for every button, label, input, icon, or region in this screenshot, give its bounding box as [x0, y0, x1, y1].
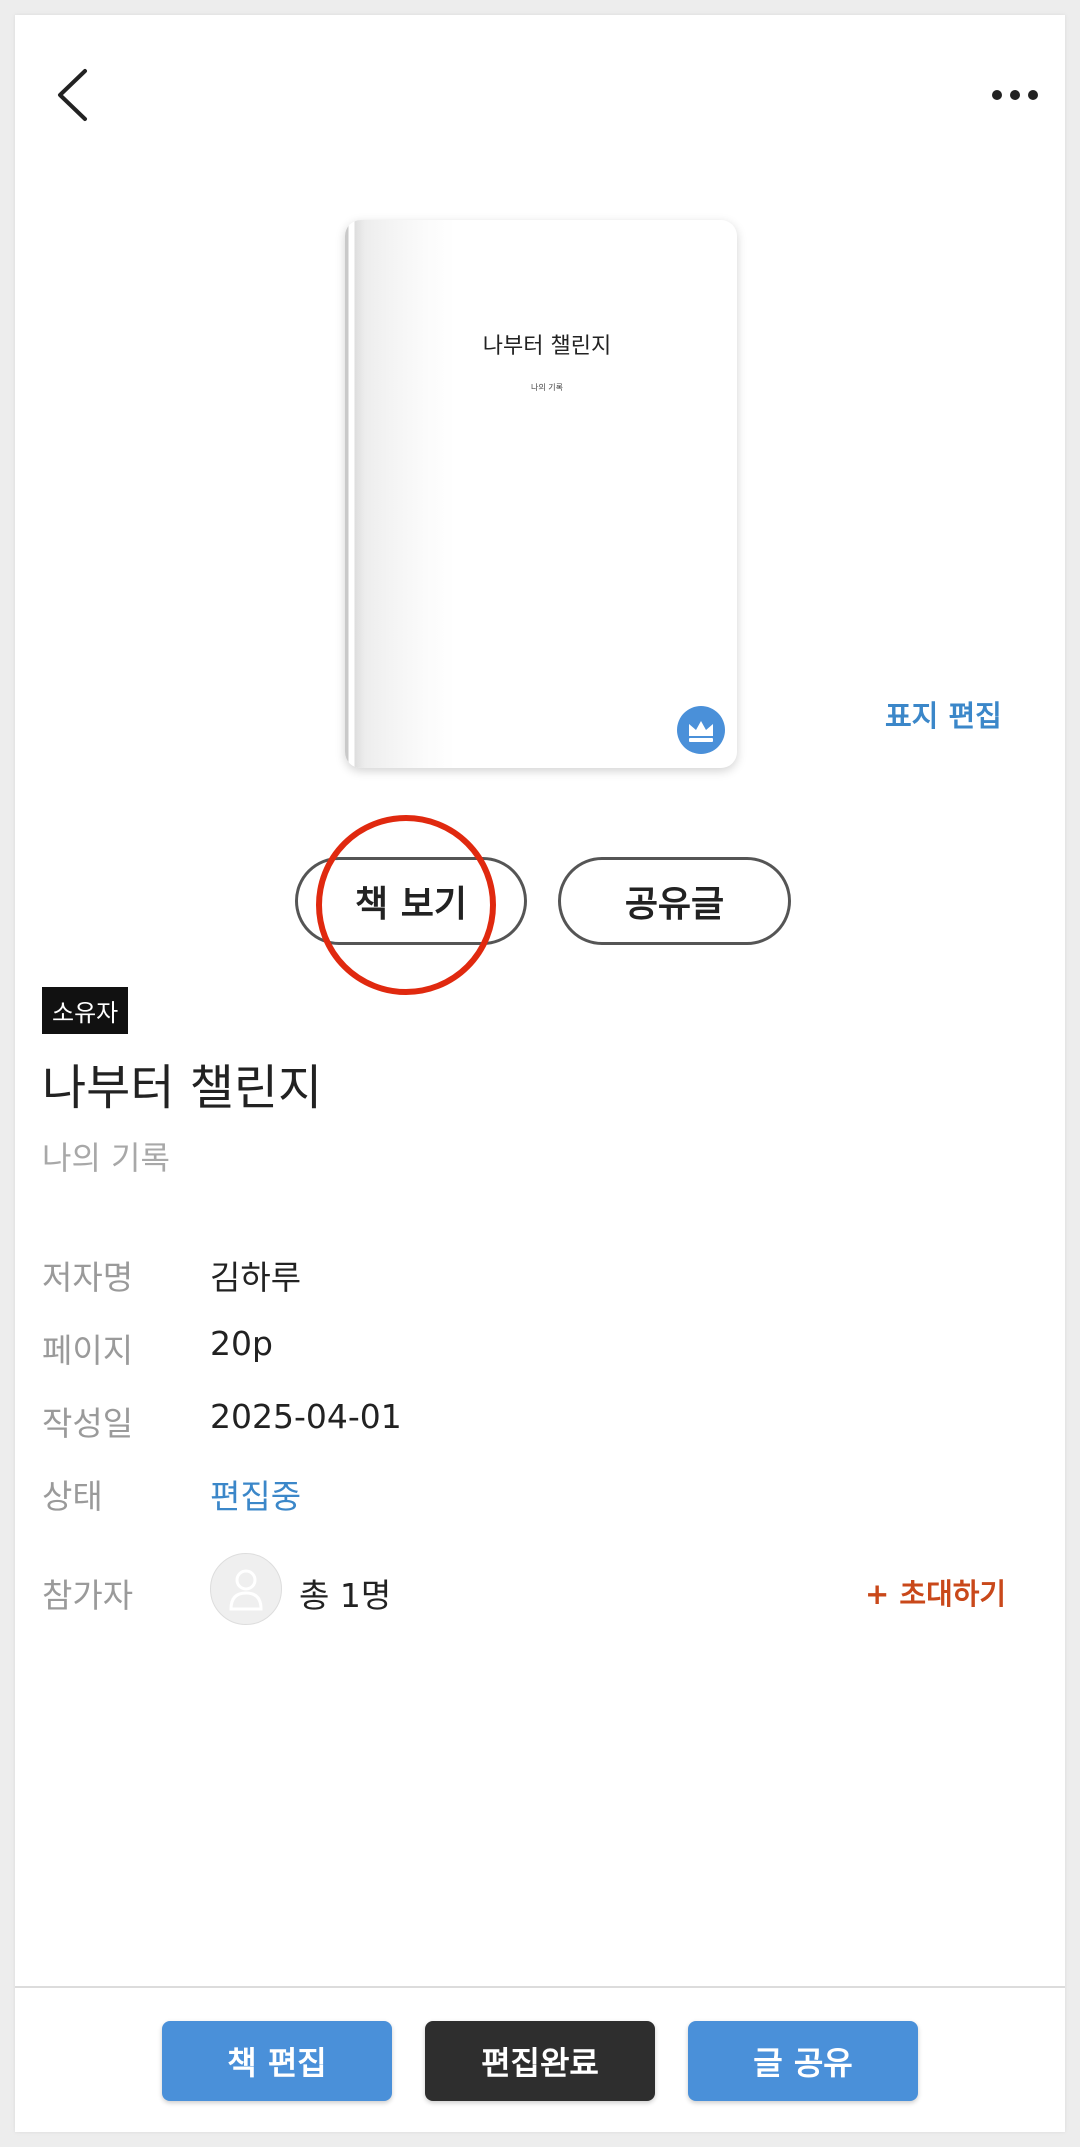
finish-edit-button[interactable]: 편집완료	[425, 2021, 655, 2101]
crown-icon	[689, 721, 713, 742]
participants-label: 참가자	[42, 1576, 134, 1615]
cover-subtitle: 나의 기록	[531, 383, 563, 392]
participant-count: 총 1명	[299, 1576, 392, 1615]
more-horizontal-icon	[992, 90, 1038, 100]
owner-badge: 소유자	[42, 987, 129, 1034]
pages-value: 20p	[210, 1324, 273, 1363]
created-date-label: 작성일	[42, 1404, 134, 1443]
created-date-value: 2025-04-01	[210, 1397, 402, 1436]
edit-book-button[interactable]: 책 편집	[162, 2021, 392, 2101]
book-cover[interactable]: 나부터 챌린지 나의 기록	[345, 220, 737, 768]
status-label: 상태	[42, 1477, 103, 1516]
edit-cover-link[interactable]: 표지 편집	[885, 693, 1002, 735]
book-detail-screen: 나부터 챌린지 나의 기록 표지 편집 책 보기 공유글 소유자 나부터 챌린지…	[15, 15, 1065, 2132]
participant-avatar[interactable]	[210, 1553, 282, 1625]
back-button[interactable]	[45, 55, 105, 135]
book-title: 나부터 챌린지	[42, 1060, 323, 1116]
author-value: 김하루	[210, 1258, 302, 1297]
user-icon	[229, 1569, 263, 1611]
chevron-left-icon	[58, 69, 87, 121]
invite-button[interactable]: + 초대하기	[865, 1571, 1006, 1613]
bottom-divider	[15, 1986, 1065, 1988]
cover-title: 나부터 챌린지	[482, 334, 612, 359]
view-book-button[interactable]: 책 보기	[295, 857, 527, 945]
crown-badge	[677, 706, 725, 754]
status-value: 편집중	[210, 1477, 302, 1516]
pages-label: 페이지	[42, 1331, 134, 1370]
share-post-button[interactable]: 글 공유	[688, 2021, 918, 2101]
author-label: 저자명	[42, 1258, 134, 1297]
cover-spine	[345, 220, 455, 768]
shared-posts-button[interactable]: 공유글	[558, 857, 791, 945]
more-options-button[interactable]	[980, 65, 1050, 125]
book-subtitle: 나의 기록	[42, 1139, 170, 1177]
